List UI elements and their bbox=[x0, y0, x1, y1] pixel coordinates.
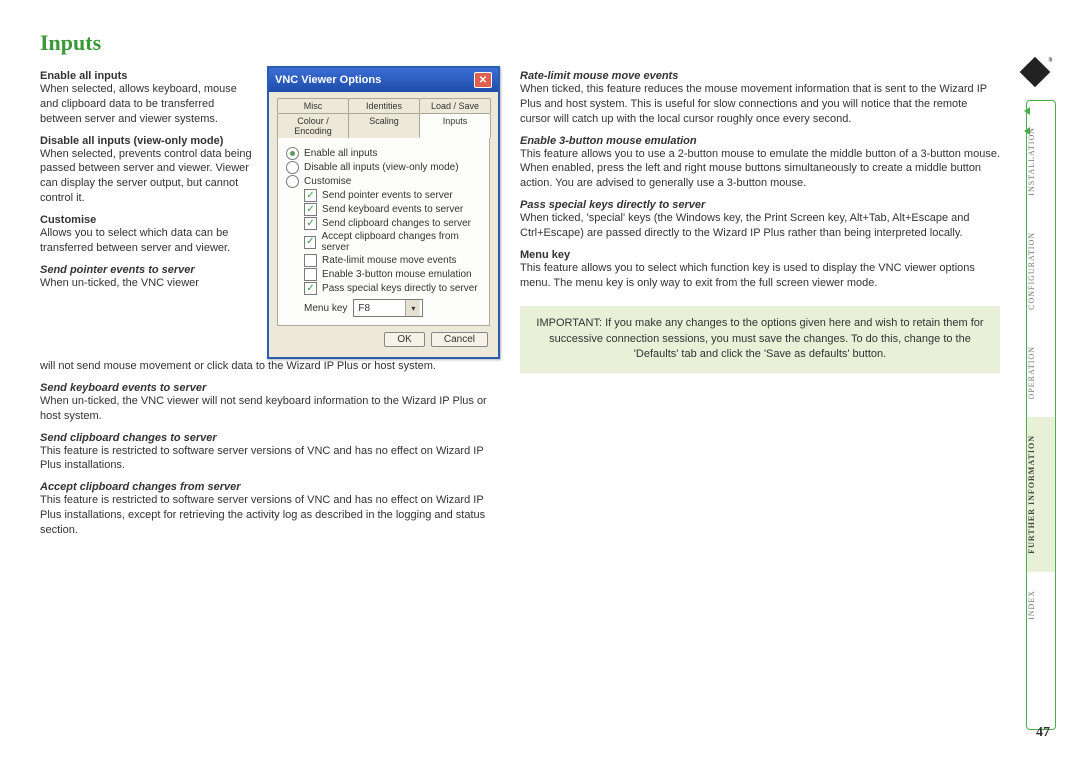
vnc-options-dialog: VNC Viewer Options ✕ Misc Identities Loa… bbox=[267, 66, 500, 359]
important-note: IMPORTANT: If you make any changes to th… bbox=[520, 306, 1000, 372]
check-label-c1: Send pointer events to server bbox=[322, 190, 453, 201]
body-rate-limit: When ticked, this feature reduces the mo… bbox=[520, 82, 1000, 127]
heading-customise: Customise bbox=[40, 214, 255, 226]
heading-send-keyboard: Send keyboard events to server bbox=[40, 382, 500, 394]
body-accept-clipboard: This feature is restricted to software s… bbox=[40, 493, 500, 538]
check-label-c2: Send keyboard events to server bbox=[322, 204, 463, 215]
heading-send-clipboard: Send clipboard changes to server bbox=[40, 432, 500, 444]
body-menu-key: This feature allows you to select which … bbox=[520, 261, 1000, 291]
dialog-title-text: VNC Viewer Options bbox=[275, 74, 381, 86]
tab-identities[interactable]: Identities bbox=[348, 98, 420, 113]
sidebar-item-further-information[interactable]: FURTHER INFORMATION bbox=[1027, 417, 1055, 572]
heading-rate-limit: Rate-limit mouse move events bbox=[520, 70, 1000, 82]
heading-pass-special: Pass special keys directly to server bbox=[520, 199, 1000, 211]
body-send-pointer-first: When un-ticked, the VNC viewer bbox=[40, 276, 255, 291]
svg-text:®: ® bbox=[1049, 56, 1052, 64]
heading-send-pointer: Send pointer events to server bbox=[40, 264, 255, 276]
check-pass-special[interactable]: ✓ bbox=[304, 282, 317, 295]
radio-disable-all[interactable] bbox=[286, 161, 299, 174]
tab-load-save[interactable]: Load / Save bbox=[419, 98, 491, 113]
check-rate-limit[interactable] bbox=[304, 254, 317, 267]
check-label-c5: Rate-limit mouse move events bbox=[322, 255, 457, 266]
tab-misc[interactable]: Misc bbox=[277, 98, 349, 113]
heading-3button: Enable 3-button mouse emulation bbox=[520, 135, 1000, 147]
menukey-label: Menu key bbox=[304, 303, 347, 314]
body-3button: This feature allows you to use a 2-butto… bbox=[520, 147, 1000, 192]
ok-button[interactable]: OK bbox=[384, 332, 424, 347]
check-send-clipboard[interactable]: ✓ bbox=[304, 217, 317, 230]
radio-customise[interactable] bbox=[286, 175, 299, 188]
brand-logo: ® bbox=[1018, 55, 1052, 89]
check-accept-clipboard[interactable]: ✓ bbox=[304, 236, 316, 249]
dialog-titlebar: VNC Viewer Options ✕ bbox=[269, 68, 498, 92]
body-disable-all-inputs: When selected, prevents control data bei… bbox=[40, 147, 255, 206]
body-send-pointer: will not send mouse movement or click da… bbox=[40, 359, 500, 374]
menukey-dropdown[interactable]: F8 bbox=[353, 299, 423, 317]
check-3button[interactable] bbox=[304, 268, 317, 281]
radio-enable-all[interactable] bbox=[286, 147, 299, 160]
radio-label-enable: Enable all inputs bbox=[304, 148, 377, 159]
tab-scaling[interactable]: Scaling bbox=[348, 113, 420, 138]
tab-colour-encoding[interactable]: Colour / Encoding bbox=[277, 113, 349, 138]
check-send-pointer[interactable]: ✓ bbox=[304, 189, 317, 202]
close-icon[interactable]: ✕ bbox=[474, 72, 492, 88]
cancel-button[interactable]: Cancel bbox=[431, 332, 488, 347]
body-customise: Allows you to select which data can be t… bbox=[40, 226, 255, 256]
check-label-c6: Enable 3-button mouse emulation bbox=[322, 269, 472, 280]
body-send-keyboard: When un-ticked, the VNC viewer will not … bbox=[40, 394, 500, 424]
body-pass-special: When ticked, 'special' keys (the Windows… bbox=[520, 211, 1000, 241]
nav-sidebar: INSTALLATION CONFIGURATION OPERATION FUR… bbox=[1026, 100, 1056, 730]
sidebar-item-index[interactable]: INDEX bbox=[1027, 572, 1055, 638]
tab-inputs[interactable]: Inputs bbox=[419, 113, 491, 138]
sidebar-item-configuration[interactable]: CONFIGURATION bbox=[1027, 214, 1055, 328]
check-label-c7: Pass special keys directly to server bbox=[322, 283, 478, 294]
page-number: 47 bbox=[1036, 725, 1050, 741]
sidebar-item-operation[interactable]: OPERATION bbox=[1027, 328, 1055, 417]
sidebar-item-installation[interactable]: INSTALLATION bbox=[1027, 109, 1055, 214]
heading-disable-all-inputs: Disable all inputs (view-only mode) bbox=[40, 135, 255, 147]
page-title: Inputs bbox=[40, 30, 1020, 56]
check-label-c3: Send clipboard changes to server bbox=[322, 218, 471, 229]
heading-enable-all-inputs: Enable all inputs bbox=[40, 70, 255, 82]
check-label-c4: Accept clipboard changes from server bbox=[321, 231, 481, 253]
heading-menu-key: Menu key bbox=[520, 249, 1000, 261]
radio-label-disable: Disable all inputs (view-only mode) bbox=[304, 162, 459, 173]
check-send-keyboard[interactable]: ✓ bbox=[304, 203, 317, 216]
body-send-clipboard: This feature is restricted to software s… bbox=[40, 444, 500, 474]
heading-accept-clipboard: Accept clipboard changes from server bbox=[40, 481, 500, 493]
radio-label-customise: Customise bbox=[304, 176, 351, 187]
body-enable-all-inputs: When selected, allows keyboard, mouse an… bbox=[40, 82, 255, 127]
